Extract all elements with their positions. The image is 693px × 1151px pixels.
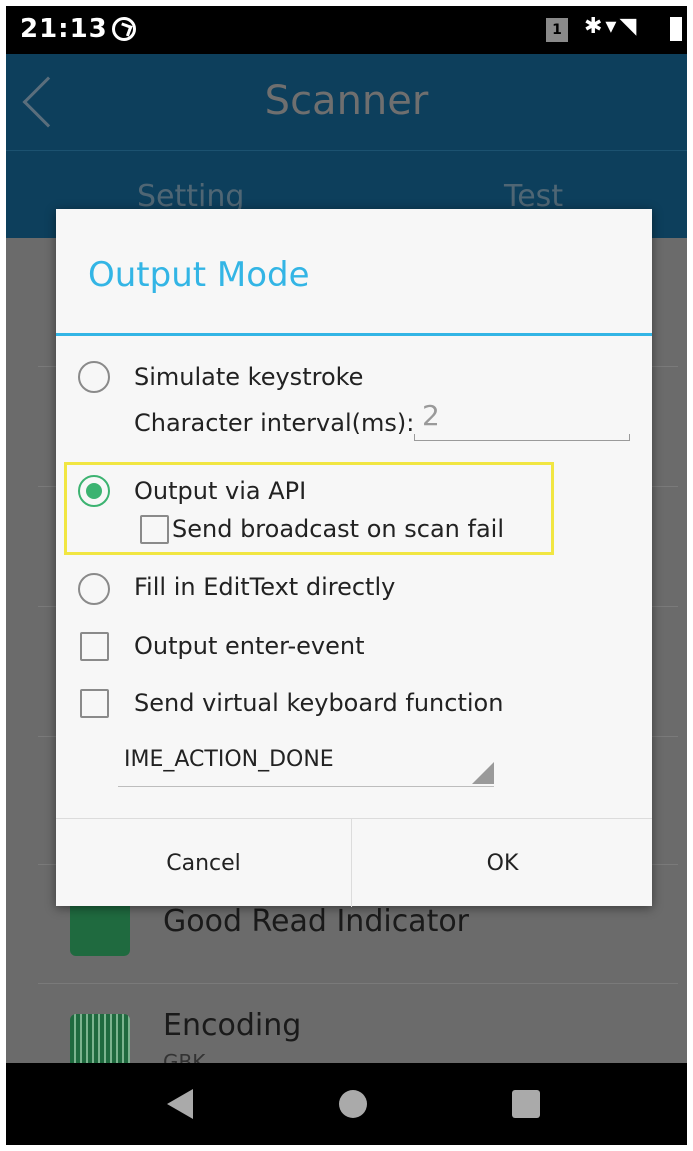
virtual-keyboard-checkbox[interactable] [80,689,109,718]
nav-back-icon[interactable] [167,1089,193,1119]
phone-screen: 21:13 1 ✱▾◥ Scanner Setting Test Good Re… [6,6,687,1145]
sync-icon [112,17,136,41]
list-item-title[interactable]: Encoding [163,1008,301,1043]
nav-home-icon[interactable] [339,1090,367,1118]
sim-icon: 1 [546,18,568,42]
cancel-button[interactable]: Cancel [56,819,352,907]
navigation-bar [6,1063,687,1145]
character-interval-value: 2 [422,399,440,432]
output-enter-event-label[interactable]: Output enter-event [134,632,365,660]
ime-action-dropdown[interactable]: IME_ACTION_DONE [118,739,494,787]
fill-edittext-label[interactable]: Fill in EditText directly [134,573,395,601]
title-divider [56,333,652,336]
status-bar: 21:13 1 ✱▾◥ [6,6,687,54]
app-bar: Scanner [6,54,687,150]
character-interval-label: Character interval(ms): [134,409,415,437]
output-mode-dialog: Output Mode Simulate keystroke Character… [56,209,652,907]
output-via-api-label[interactable]: Output via API [134,477,306,505]
output-via-api-radio[interactable] [78,475,110,507]
list-divider [38,983,678,984]
nav-recents-icon[interactable] [512,1090,540,1118]
ok-button[interactable]: OK [353,819,652,907]
dialog-title: Output Mode [88,255,310,295]
dropdown-arrow-icon [472,762,494,784]
battery-icon [670,17,682,41]
bluetooth-wifi-icons: ✱▾◥ [584,14,640,39]
output-enter-event-checkbox[interactable] [80,632,109,661]
page-title: Scanner [264,78,429,124]
dialog-button-bar: Cancel OK [56,818,652,907]
simulate-keystroke-radio[interactable] [78,361,110,393]
send-broadcast-checkbox[interactable] [140,515,169,544]
virtual-keyboard-label[interactable]: Send virtual keyboard function [134,689,503,717]
character-interval-input[interactable]: 2 [414,399,630,441]
list-item-title[interactable]: Good Read Indicator [163,904,469,939]
send-broadcast-label[interactable]: Send broadcast on scan fail [172,515,504,543]
fill-edittext-radio[interactable] [78,573,110,605]
ime-action-value: IME_ACTION_DONE [124,747,334,772]
status-time: 21:13 [20,14,108,44]
simulate-keystroke-label[interactable]: Simulate keystroke [134,363,363,391]
